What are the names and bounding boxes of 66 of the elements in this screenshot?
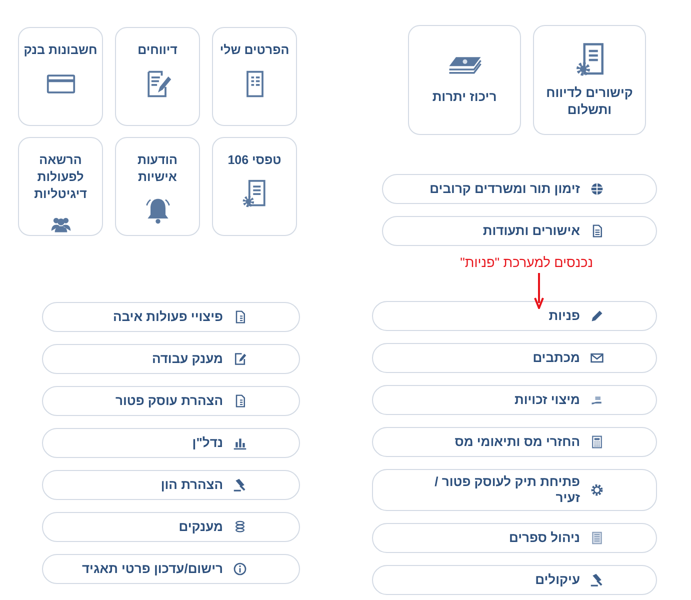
service-link[interactable]: פתיחת תיק לעוסק פטור / זעיר xyxy=(372,469,657,511)
gavel-icon xyxy=(590,573,604,587)
document-pen-icon xyxy=(233,352,247,366)
info-icon xyxy=(233,562,247,576)
service-link[interactable]: מענקים xyxy=(42,512,300,542)
quick-link[interactable]: זימון תור ומשרדים קרובים xyxy=(382,174,657,204)
service-link[interactable]: פיצויי פעולות איבה xyxy=(42,302,300,332)
service-label: נדל"ן xyxy=(192,435,223,451)
tile-label: ריכוז יתרות xyxy=(431,88,498,104)
tile-label: טפסי 106 xyxy=(226,152,282,169)
coins-icon xyxy=(233,520,247,534)
envelope-icon xyxy=(590,351,604,365)
service-label: החזרי מס ותיאומי מס xyxy=(454,434,580,450)
service-label: מענקים xyxy=(178,519,223,535)
pencil-icon xyxy=(590,309,604,323)
service-link[interactable]: מכתבים xyxy=(372,343,657,373)
arrow-icon xyxy=(534,273,544,309)
service-link[interactable]: הצהרת עוסק פטור xyxy=(42,386,300,416)
account-tile[interactable]: חשבונות בנק xyxy=(18,27,103,126)
service-label: הצהרת הון xyxy=(160,477,223,493)
globe-icon xyxy=(590,182,604,196)
service-link[interactable]: נדל"ן xyxy=(42,428,300,458)
service-label: פיצויי פעולות איבה xyxy=(112,309,223,325)
tile-label: קישורים לדיווח ותשלום xyxy=(545,84,634,118)
bar-chart-icon xyxy=(233,436,247,450)
service-label: מענק עבודה xyxy=(152,351,223,367)
tile-label: דיווחים xyxy=(136,42,178,59)
link-label: זימון תור ומשרדים קרובים xyxy=(430,181,580,197)
service-link[interactable]: ניהול ספרים xyxy=(372,523,657,553)
service-label: פניות xyxy=(548,308,580,324)
annotation-text: נכנסים למערכת "פניות" xyxy=(460,255,593,270)
service-label: עיקולים xyxy=(535,572,580,588)
account-tile[interactable]: הפרטים שלי xyxy=(212,27,297,126)
service-label: מיצוי זכויות xyxy=(514,392,580,408)
service-label: פתיחת תיק לעוסק פטור / זעיר xyxy=(434,474,580,506)
document-icon xyxy=(233,310,247,324)
service-link[interactable]: מיצוי זכויות xyxy=(372,385,657,415)
service-link[interactable]: רישום/עדכון פרטי תאגיד xyxy=(42,554,300,584)
account-tile[interactable]: טפסי 106 xyxy=(212,137,297,236)
calculator-icon xyxy=(590,435,604,449)
service-link[interactable]: פניות xyxy=(372,301,657,331)
service-label: מכתבים xyxy=(532,350,580,366)
banknotes-icon xyxy=(448,56,482,74)
document-icon xyxy=(233,394,247,408)
service-label: רישום/עדכון פרטי תאגיד xyxy=(82,561,223,577)
service-link[interactable]: הצהרת הון xyxy=(42,470,300,500)
gear-icon xyxy=(590,483,604,497)
service-label: הצהרת עוסק פטור xyxy=(115,393,223,409)
account-tile[interactable]: דיווחים xyxy=(115,27,200,126)
tile-label: הרשאה לפעולות דיגיטליות xyxy=(33,152,88,203)
gavel-icon xyxy=(233,478,247,492)
account-tile[interactable]: הודעות אישיות xyxy=(115,137,200,236)
tile-label: חשבונות בנק xyxy=(22,42,98,59)
tile-label: הפרטים שלי xyxy=(218,42,290,59)
service-link[interactable]: מענק עבודה xyxy=(42,344,300,374)
summary-tile[interactable]: קישורים לדיווח ותשלום xyxy=(533,25,646,135)
summary-tile[interactable]: ריכוז יתרות xyxy=(408,25,521,135)
account-tile[interactable]: הרשאה לפעולות דיגיטליות xyxy=(18,137,103,236)
service-link[interactable]: החזרי מס ותיאומי מס xyxy=(372,427,657,457)
service-label: ניהול ספרים xyxy=(509,530,580,546)
document-icon xyxy=(590,224,604,238)
service-link[interactable]: עיקולים xyxy=(372,565,657,595)
link-label: אישורים ותעודות xyxy=(482,223,580,239)
quick-link[interactable]: אישורים ותעודות xyxy=(382,216,657,246)
tile-label: הודעות אישיות xyxy=(136,152,178,186)
ledger-icon xyxy=(590,531,604,545)
